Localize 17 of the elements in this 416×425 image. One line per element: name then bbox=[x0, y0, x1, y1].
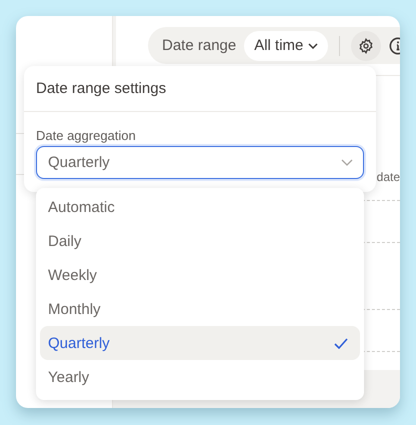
settings-icon bbox=[358, 38, 374, 54]
field-label: Date aggregation bbox=[36, 128, 137, 143]
axis-label: date bbox=[376, 170, 400, 184]
menu-option[interactable]: Monthly bbox=[40, 292, 360, 326]
aggregation-select[interactable]: Quarterly bbox=[36, 146, 364, 179]
menu-option[interactable]: Quarterly bbox=[40, 326, 360, 360]
menu-option[interactable]: Daily bbox=[40, 224, 360, 258]
date-range-button[interactable]: All time bbox=[244, 30, 328, 60]
checkmark-icon bbox=[334, 338, 348, 348]
menu-option[interactable]: Automatic bbox=[40, 190, 360, 224]
popover-title: Date range settings bbox=[24, 66, 376, 112]
date-range-label: Date range bbox=[162, 37, 236, 54]
menu-option[interactable]: Yearly bbox=[40, 360, 360, 394]
menu-option[interactable]: Weekly bbox=[40, 258, 360, 292]
settings-button[interactable] bbox=[351, 30, 382, 60]
chevron-down-icon bbox=[308, 42, 318, 48]
chevron-down-icon bbox=[341, 159, 353, 166]
